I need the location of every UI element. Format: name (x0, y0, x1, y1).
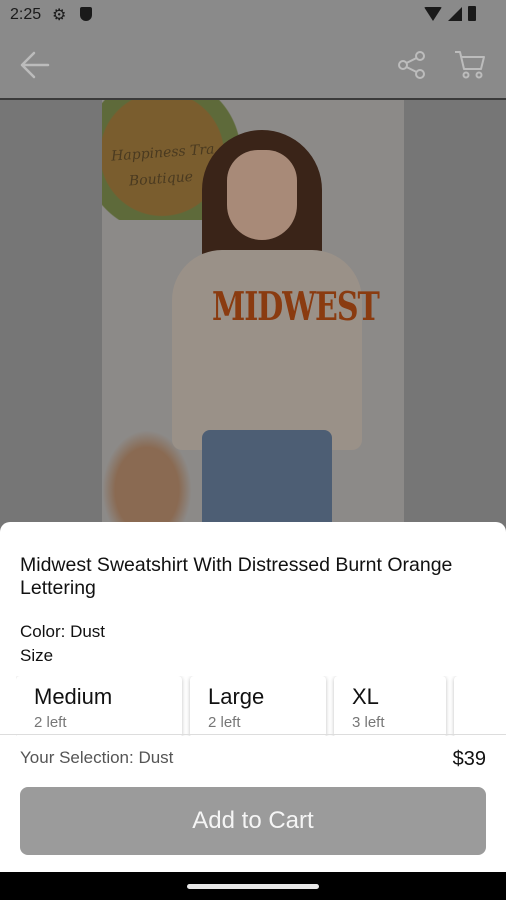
battery-icon (468, 6, 476, 21)
product-image-area: Happiness Tra Boutique MIDWEST (0, 100, 506, 530)
size-option-large[interactable]: Large 2 left (190, 676, 326, 736)
size-option-medium[interactable]: Medium 2 left (16, 676, 182, 736)
size-label: Size (20, 646, 54, 665)
selection-summary: Your Selection: Dust (20, 748, 174, 767)
arrow-left-icon (20, 51, 50, 79)
product-photo[interactable]: Happiness Tra Boutique MIDWEST (102, 100, 404, 530)
signal-icon (448, 6, 462, 21)
size-option-xl[interactable]: XL 3 left (334, 676, 446, 736)
jeans (202, 430, 332, 530)
status-bar: 2:25 ⚙ (0, 0, 506, 30)
color-label: Color: Dust (20, 622, 106, 641)
status-time: 2:25 (10, 6, 42, 23)
wifi-icon (424, 6, 442, 21)
size-name: XL (352, 684, 379, 709)
size-stock: 2 left (34, 714, 67, 731)
size-stock: 3 left (352, 714, 385, 731)
app-bar (0, 30, 506, 100)
shield-icon (80, 7, 92, 21)
divider (0, 734, 506, 735)
share-button[interactable] (397, 50, 427, 80)
model: MIDWEST (172, 130, 380, 530)
size-name: Large (208, 684, 265, 709)
product-price: $39 (452, 748, 486, 770)
home-gesture-bar[interactable] (187, 884, 319, 889)
size-stock: 2 left (208, 714, 241, 731)
product-bottom-sheet: Midwest Sweatshirt With Distressed Burnt… (0, 522, 506, 872)
cart-button[interactable] (453, 48, 487, 80)
size-options: Medium 2 left Large 2 left XL 3 left (16, 676, 506, 736)
status-icons (424, 6, 476, 21)
size-name: Medium (34, 684, 113, 709)
cart-icon (455, 51, 485, 79)
settings-icon: ⚙ (52, 7, 67, 24)
sweatshirt (172, 250, 362, 450)
add-to-cart-button[interactable]: Add to Cart (20, 787, 486, 855)
size-option-more[interactable] (454, 676, 506, 736)
back-button[interactable] (18, 50, 52, 80)
product-title: Midwest Sweatshirt With Distressed Burnt… (20, 554, 453, 599)
share-icon (398, 51, 425, 79)
sweatshirt-lettering: MIDWEST (212, 284, 380, 331)
model-face (227, 150, 297, 240)
system-nav-bar (0, 872, 506, 900)
